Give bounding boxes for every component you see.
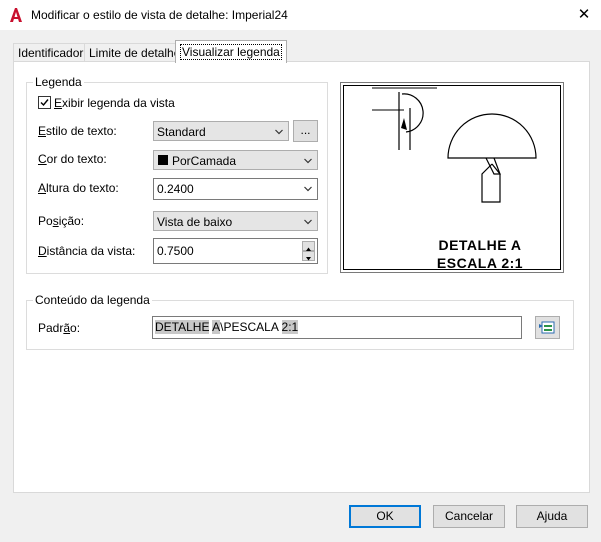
text-color-value: PorCamada [172,154,237,168]
preview-line-2: ESCALA 2:1 [436,255,524,271]
text-height-value: 0.2400 [157,182,194,196]
cancel-button[interactable]: Cancelar [433,505,505,528]
checkmark-icon [40,99,49,107]
text-style-label: Estilo de texto: [38,124,117,138]
field-highlight: DETALHE [155,320,210,334]
show-legend-label-rest: xibir legenda da vista [62,96,175,110]
position-label-pre: Po [38,214,53,228]
spin-down-button[interactable] [302,251,315,261]
text-height-combo[interactable]: 0.2400 [153,178,318,200]
chevron-down-icon [275,129,283,135]
field-highlight: 2:1 [281,320,299,334]
distance-value: 0.7500 [157,244,194,258]
text-color-label: Cor do texto: [38,152,107,166]
text-height-label: Altura do texto: [38,181,119,195]
distance-label-mnemonic: D [38,244,47,258]
triangle-down-icon [306,257,311,261]
tab-limite-de-detalhe[interactable]: Limite de detalhe [84,43,186,62]
chevron-down-icon [304,219,312,225]
insert-field-icon [539,321,555,334]
title-bar: Modificar o estilo de vista de detalhe: … [0,0,601,30]
show-legend-label[interactable]: Exibir legenda da vista [54,96,175,110]
autocad-app-icon [10,8,22,22]
chevron-down-icon [304,186,312,192]
text-style-label-rest: stilo de texto: [46,124,117,138]
text-style-browse-button[interactable]: ... [293,120,318,142]
text-style-value: Standard [157,125,206,139]
default-label-pre: Padr [38,321,64,335]
content-group-title: Conteúdo da legenda [33,293,152,307]
preview-frame: DETALHE A ESCALA 2:1 [343,85,561,272]
default-content-label: Padrão: [38,321,80,335]
distance-label-rest: istância da vista: [46,244,136,258]
content-text-part: \PESCALA [220,320,282,334]
help-label-rest: uda [547,509,568,523]
color-swatch [158,155,168,165]
position-value: Vista de baixo [157,215,233,229]
text-style-select[interactable]: Standard [153,121,289,141]
distance-spinner[interactable]: 0.7500 [153,238,318,264]
tab-identificador[interactable]: Identificador [13,43,89,62]
position-label: Posição: [38,214,84,228]
show-legend-label-mnemonic: E [54,96,63,110]
legend-group-title: Legenda [33,75,84,89]
text-height-label-mnemonic: A [38,181,47,195]
legend-content-field[interactable]: DETALHE A\PESCALA 2:1 [152,316,522,339]
window-title: Modificar o estilo de vista de detalhe: … [31,8,288,22]
text-height-label-rest: ltura do texto: [46,181,119,195]
text-style-label-mnemonic: E [38,124,47,138]
position-select[interactable]: Vista de baixo [153,211,318,231]
ok-button[interactable]: OK [349,505,421,528]
chevron-down-icon [304,158,312,164]
preview-line-1: DETALHE A [438,237,522,253]
help-button[interactable]: Ajuda [516,505,588,528]
distance-label: Distância da vista: [38,244,135,258]
position-label-rest: ição: [58,214,85,228]
text-color-label-rest: or do texto: [46,152,107,166]
legend-preview: DETALHE A ESCALA 2:1 [340,82,564,273]
spin-up-button[interactable] [302,241,315,251]
show-legend-checkbox[interactable] [38,96,51,109]
legend-content-text: DETALHE A\PESCALA 2:1 [155,320,299,334]
tab-visualizar-legenda[interactable]: Visualizar legenda [175,40,287,63]
tab-visualizar-legenda-label: Visualizar legenda [180,44,282,60]
insert-field-button[interactable] [535,316,560,339]
field-highlight: A [212,320,221,334]
close-icon[interactable]: ✕ [572,3,596,27]
preview-caption: DETALHE A ESCALA 2:1 [344,236,560,272]
help-label-pre: A [536,509,545,523]
text-color-select[interactable]: PorCamada [153,150,318,170]
default-label-rest: o: [70,321,81,335]
text-color-label-mnemonic: C [38,152,47,166]
